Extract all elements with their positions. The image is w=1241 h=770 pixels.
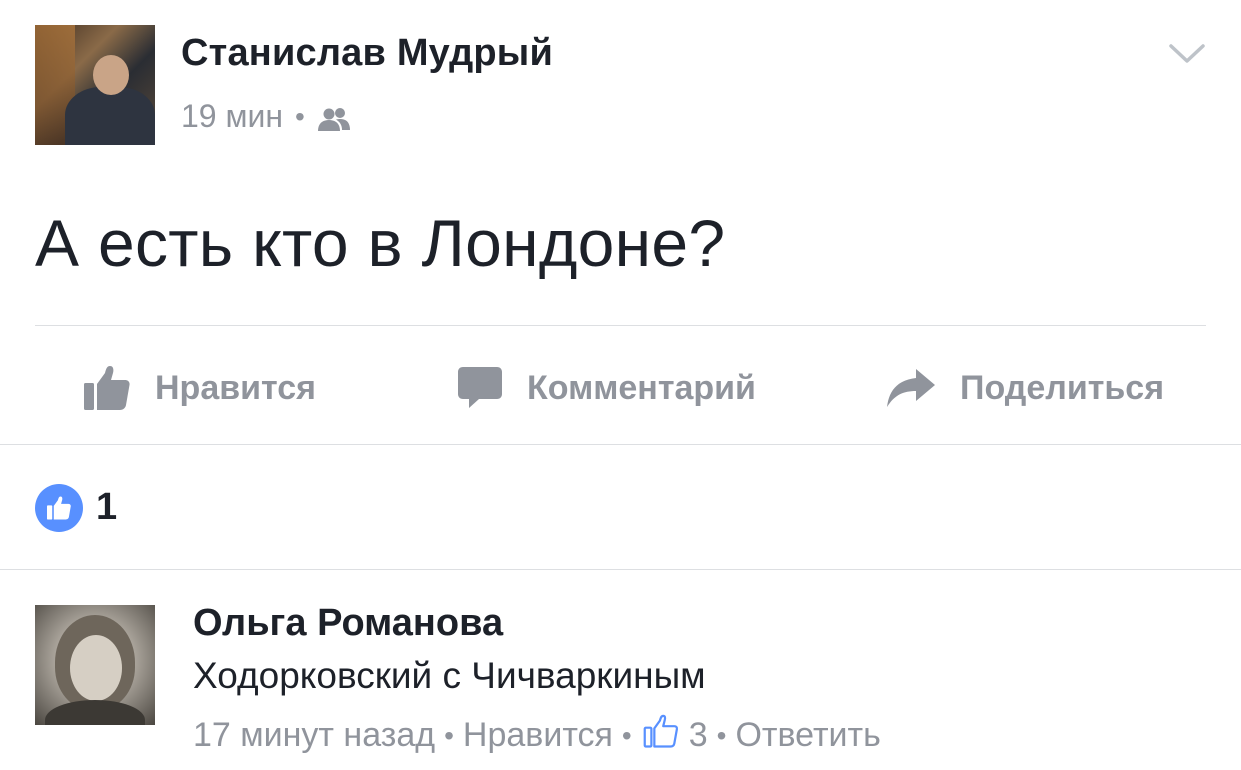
post-author-name[interactable]: Станислав Мудрый (181, 32, 553, 75)
post-author-avatar[interactable] (35, 25, 155, 145)
share-button[interactable]: Поделиться (886, 360, 1164, 416)
commenter-name[interactable]: Ольга Романова (193, 602, 503, 645)
comment-reply-link[interactable]: Ответить (735, 716, 880, 755)
friends-icon[interactable] (317, 104, 351, 131)
comment-like-count[interactable]: 3 (689, 716, 708, 755)
post-meta: 19 мин • (181, 98, 351, 135)
comment-meta: 17 минут назад • Нравится • 3 • Ответить (193, 714, 881, 757)
like-reaction-badge[interactable] (35, 484, 83, 532)
thumbs-up-icon (47, 496, 71, 520)
commenter-avatar[interactable] (35, 605, 155, 725)
divider (0, 444, 1241, 445)
share-button-label: Поделиться (960, 368, 1165, 407)
comment-text: Ходорковский с Чичваркиным (193, 655, 706, 696)
meta-separator: • (444, 719, 454, 751)
like-button-label: Нравится (155, 368, 316, 407)
comment-like-link[interactable]: Нравится (463, 716, 613, 755)
comment-button[interactable]: Комментарий (457, 360, 756, 416)
share-icon (886, 367, 936, 409)
post-time[interactable]: 19 мин (181, 98, 283, 135)
post-text: А есть кто в Лондоне? (35, 206, 726, 280)
thumbs-up-outline-icon (643, 714, 679, 757)
like-count[interactable]: 1 (96, 486, 117, 529)
comment-time[interactable]: 17 минут назад (193, 716, 435, 755)
meta-separator: • (295, 100, 305, 132)
like-button[interactable]: Нравится (83, 360, 316, 416)
chevron-down-icon[interactable] (1168, 40, 1206, 68)
comment-button-label: Комментарий (527, 368, 756, 407)
comment-icon (457, 365, 503, 411)
meta-separator: • (716, 719, 727, 751)
thumbs-up-icon (83, 365, 131, 411)
divider (0, 569, 1241, 570)
divider (35, 325, 1206, 326)
meta-separator: • (621, 719, 632, 751)
